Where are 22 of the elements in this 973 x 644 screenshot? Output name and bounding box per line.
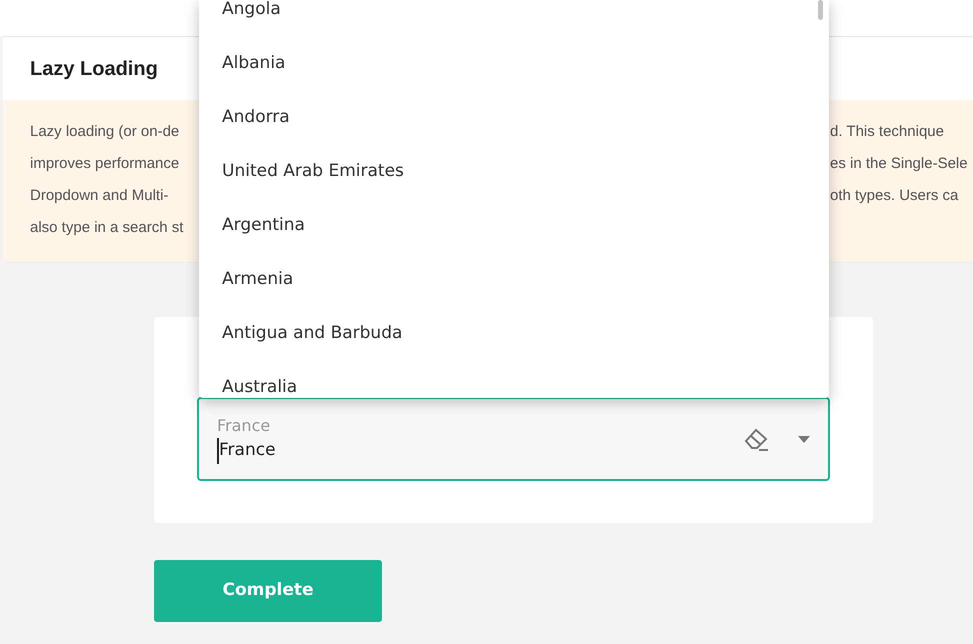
description-text: improves performance [30, 154, 180, 172]
option-item[interactable]: Angola [222, 0, 281, 23]
description-text: Lazy loading (or on-de [30, 122, 180, 140]
caret-icon[interactable] [798, 436, 810, 442]
description-text: Dropdown and Multi- [30, 186, 168, 204]
description-text: also type in a search st [30, 218, 184, 236]
option-item[interactable]: Antigua and Barbuda [222, 321, 402, 347]
option-item[interactable]: Andorra [222, 105, 290, 131]
input-field[interactable]: France [217, 438, 517, 464]
description-text: es in the Single-Sele [830, 154, 968, 174]
option-item[interactable]: Armenia [222, 267, 294, 293]
option-item[interactable]: Albania [222, 51, 286, 77]
clear-icon[interactable] [742, 426, 770, 452]
option-item[interactable]: Argentina [222, 213, 305, 239]
option-item[interactable]: Australia [222, 375, 298, 398]
scrollbar-thumb[interactable] [818, 0, 823, 20]
description-text: oth types. Users ca [830, 186, 958, 206]
section-title: Lazy Loading [30, 56, 158, 80]
option-item[interactable]: United Arab Emirates [222, 159, 404, 185]
description-text: d. This technique [830, 122, 944, 142]
country-dropdown[interactable]: France France [197, 397, 830, 481]
field-label: France [217, 415, 270, 438]
